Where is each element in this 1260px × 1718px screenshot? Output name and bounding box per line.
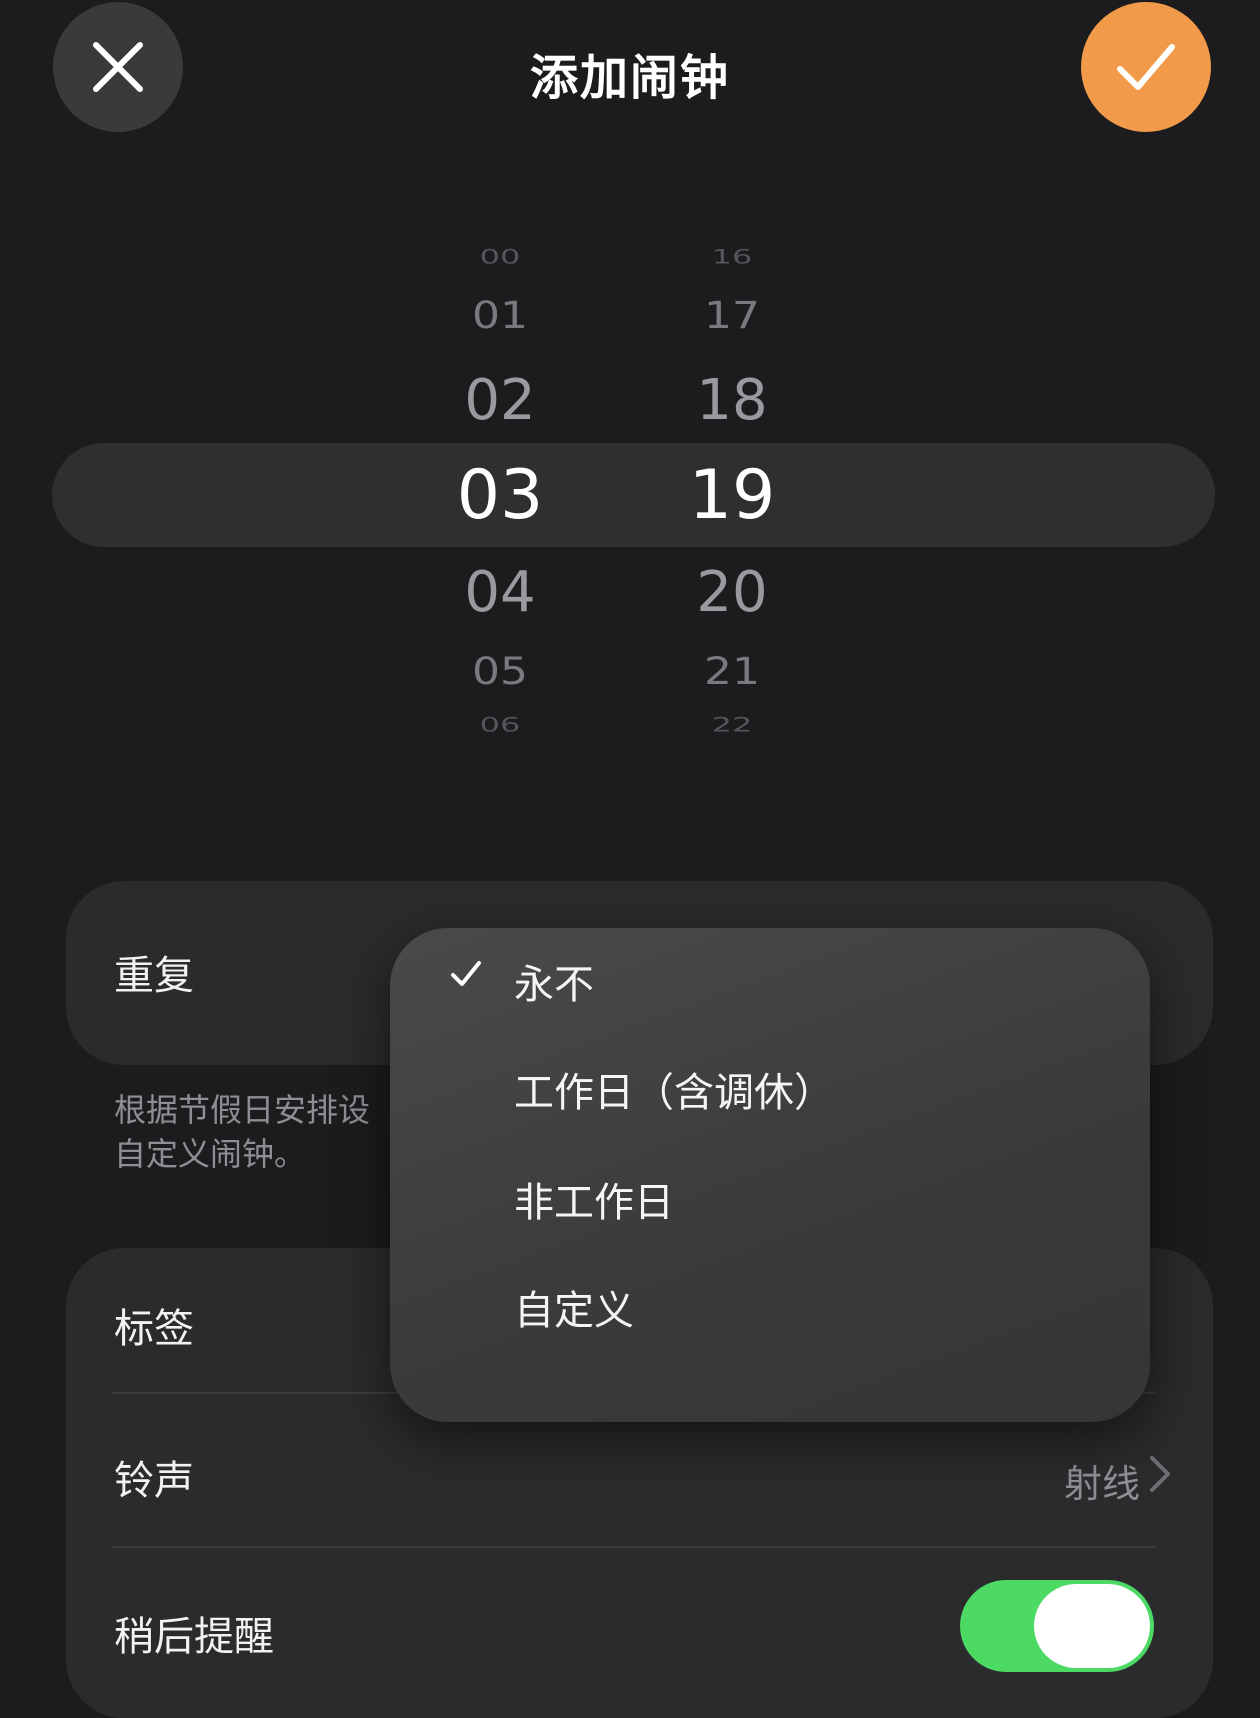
hour-selected: 03	[456, 456, 544, 535]
hour-option: 05	[472, 649, 528, 694]
hour-option: 01	[472, 293, 528, 338]
minute-option: 21	[704, 649, 760, 694]
hour-option: 02	[464, 368, 536, 433]
hour-option: 04	[464, 560, 536, 625]
repeat-label: 重复	[114, 953, 194, 999]
menu-item-label: 永不	[514, 962, 594, 1008]
chevron-right-icon	[1150, 1456, 1170, 1492]
repeat-option-non-workday[interactable]: 非工作日	[390, 1146, 1150, 1246]
repeat-option-workday[interactable]: 工作日（含调休）	[390, 1036, 1150, 1136]
minute-option: 16	[711, 245, 753, 269]
checkmark-icon	[451, 961, 481, 986]
minute-option: 20	[696, 560, 768, 625]
hour-option: 00	[479, 245, 521, 269]
page-title: 添加闹钟	[529, 50, 730, 106]
repeat-menu: 永不 工作日（含调休） 非工作日 自定义	[390, 928, 1150, 1422]
repeat-option-custom[interactable]: 自定义	[390, 1254, 1150, 1354]
ringtone-value: 射线	[1063, 1462, 1140, 1506]
menu-item-label: 自定义	[514, 1288, 634, 1334]
minute-selected: 19	[688, 456, 776, 535]
divider	[112, 1546, 1155, 1548]
hour-option: 06	[479, 713, 521, 737]
minute-option: 22	[711, 713, 753, 737]
minute-option: 17	[704, 293, 760, 338]
snooze-label: 稍后提醒	[114, 1614, 274, 1660]
snooze-toggle[interactable]	[960, 1580, 1154, 1672]
repeat-option-never[interactable]: 永不	[390, 928, 1150, 1028]
toggle-knob	[1034, 1584, 1150, 1668]
menu-item-label: 工作日（含调休）	[514, 1070, 834, 1116]
menu-item-label: 非工作日	[514, 1180, 674, 1226]
confirm-button[interactable]	[1081, 2, 1211, 132]
checkmark-icon	[1117, 44, 1175, 90]
minute-option: 18	[696, 368, 768, 433]
